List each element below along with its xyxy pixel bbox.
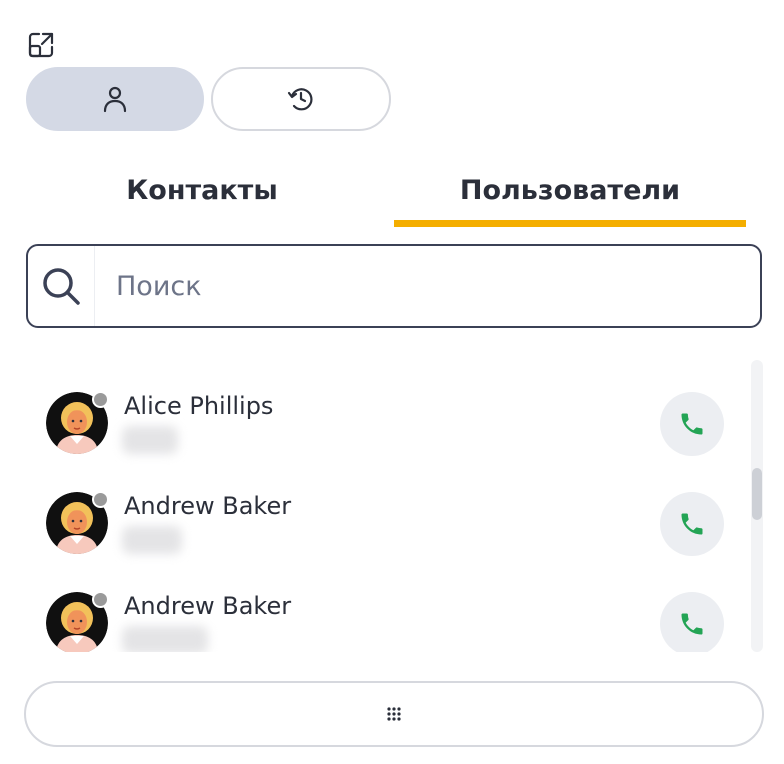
dialpad-toggle-button[interactable] [24,681,764,747]
contacts-mode-button[interactable] [26,67,204,131]
user-detail-blurred [122,426,178,454]
scrollbar-thumb[interactable] [752,468,762,520]
search-icon-container [28,246,95,326]
user-detail-blurred [122,626,208,652]
active-tab-indicator [394,220,746,227]
user-list: Alice Phillips Andrew Baker Andrew Baker [26,360,746,652]
user-row[interactable]: Andrew Baker [26,460,746,560]
tab-contacts[interactable]: Контакты [26,168,378,212]
user-row[interactable]: Alice Phillips [26,360,746,460]
call-button[interactable] [660,392,724,456]
user-name: Alice Phillips [124,392,274,420]
history-mode-button[interactable] [211,67,391,131]
phone-icon [681,513,703,535]
call-button[interactable] [660,592,724,652]
expand-button[interactable] [26,30,56,60]
dialpad-icon [387,707,401,721]
user-name: Andrew Baker [124,492,292,520]
history-icon [287,88,313,111]
expand-icon [28,32,54,58]
user-detail-blurred [122,526,182,554]
status-indicator [92,491,109,508]
person-icon [103,86,127,113]
tab-users[interactable]: Пользователи [394,168,746,212]
phone-icon [681,613,703,635]
status-indicator [92,391,109,408]
phone-icon [681,413,703,435]
search-input[interactable] [116,264,736,308]
search-icon [43,268,80,305]
user-row[interactable]: Andrew Baker [26,560,746,652]
search-box [26,244,762,328]
call-button[interactable] [660,492,724,556]
user-name: Andrew Baker [124,592,292,620]
status-indicator [92,591,109,608]
